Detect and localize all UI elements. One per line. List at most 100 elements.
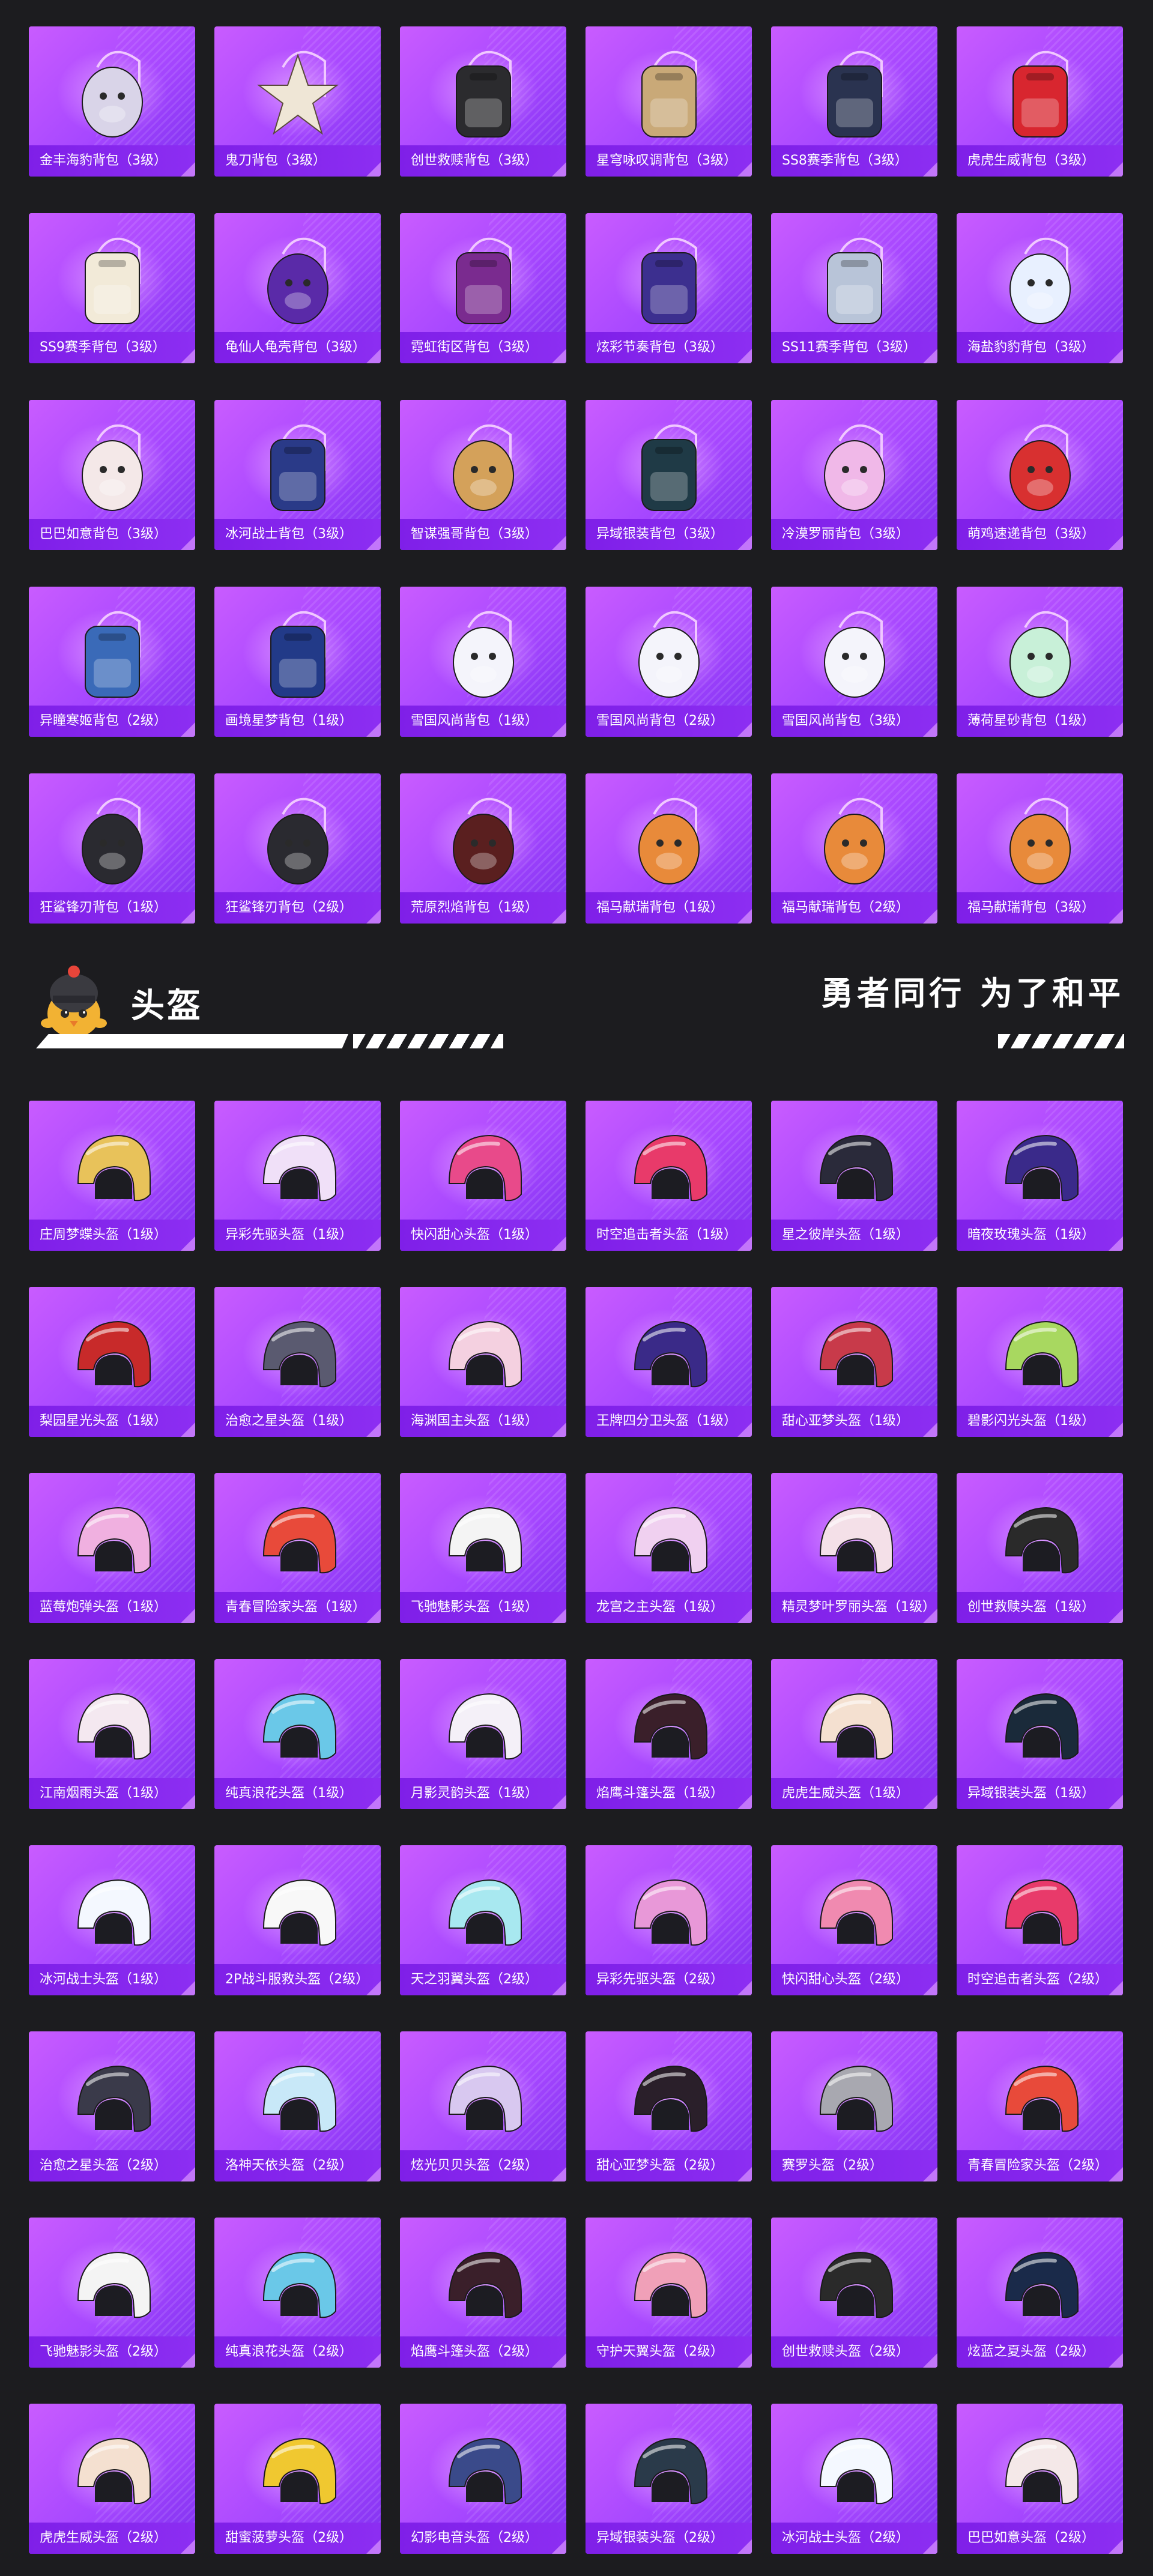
backpack-card[interactable]: 画境星梦背包（1级） bbox=[214, 587, 381, 737]
helmet-card[interactable]: 炫蓝之夏头盔（2级） bbox=[957, 2218, 1123, 2368]
backpack-card[interactable]: 异瞳寒姬背包（2级） bbox=[29, 587, 195, 737]
helmet-name-label: 赛罗头盔（2级） bbox=[771, 2150, 937, 2181]
backpack-card[interactable]: 荒原烈焰背包（1级） bbox=[400, 773, 566, 924]
helmet-card[interactable]: 虎虎生威头盔（1级） bbox=[771, 1659, 937, 1809]
helmet-card[interactable]: 星之彼岸头盔（1级） bbox=[771, 1101, 937, 1251]
helmet-card[interactable]: 梨园星光头盔（1级） bbox=[29, 1287, 195, 1437]
backpack-card[interactable]: 炫彩节奏背包（3级） bbox=[586, 213, 752, 363]
turtle-shell-backpack-icon bbox=[253, 230, 343, 334]
helmet-card[interactable]: 暗夜玫瑰头盔（1级） bbox=[957, 1101, 1123, 1251]
helmet-card[interactable]: 治愈之星头盔（2级） bbox=[29, 2031, 195, 2181]
helmet-card[interactable]: 炫光贝贝头盔（2级） bbox=[400, 2031, 566, 2181]
helmet-card[interactable]: 纯真浪花头盔（2级） bbox=[214, 2218, 381, 2368]
backpack-card[interactable]: 萌鸡速递背包（3级） bbox=[957, 400, 1123, 550]
helmet-card[interactable]: 创世救赎头盔（2级） bbox=[771, 2218, 937, 2368]
backpack-card[interactable]: 冷漠罗丽背包（3级） bbox=[771, 400, 937, 550]
backpack-card[interactable]: 龟仙人龟壳背包（3级） bbox=[214, 213, 381, 363]
backpack-card[interactable]: 霓虹街区背包（3级） bbox=[400, 213, 566, 363]
mint-backpack-icon bbox=[995, 603, 1085, 708]
tiger-backpack-icon bbox=[995, 43, 1085, 148]
helmet-card[interactable]: 碧影闪光头盔（1级） bbox=[957, 1287, 1123, 1437]
helmet-card[interactable]: 海渊国主头盔（1级） bbox=[400, 1287, 566, 1437]
backpack-card[interactable]: 创世救赎背包（3级） bbox=[400, 26, 566, 177]
backpack-name-label: 鬼刀背包（3级） bbox=[214, 145, 381, 177]
helmet-card[interactable]: 赛罗头盔（2级） bbox=[771, 2031, 937, 2181]
helmet-card[interactable]: 飞驰魅影头盔（1级） bbox=[400, 1473, 566, 1623]
backpack-card[interactable]: 狂鲨锋刃背包（1级） bbox=[29, 773, 195, 924]
helmet-name-label: 快闪甜心头盔（2级） bbox=[771, 1964, 937, 1995]
backpack-name-label: 金丰海豹背包（3级） bbox=[29, 145, 195, 177]
helmet-card[interactable]: 异域银装头盔（2级） bbox=[586, 2404, 752, 2554]
helmet-card[interactable]: 异域银装头盔（1级） bbox=[957, 1659, 1123, 1809]
backpack-card[interactable]: 福马献瑞背包（1级） bbox=[586, 773, 752, 924]
helmet-card[interactable]: 治愈之星头盔（1级） bbox=[214, 1287, 381, 1437]
backpack-card[interactable]: 鬼刀背包（3级） bbox=[214, 26, 381, 177]
helmet-card[interactable]: 幻影电音头盔（2级） bbox=[400, 2404, 566, 2554]
backpack-card[interactable]: 星穹咏叹调背包（3级） bbox=[586, 26, 752, 177]
backpack-card[interactable]: 雪国风尚背包（1级） bbox=[400, 587, 566, 737]
warrior-backpack-icon bbox=[253, 417, 343, 521]
backpack-card[interactable]: SS9赛季背包（3级） bbox=[29, 213, 195, 363]
helmet-card[interactable]: 异彩先驱头盔（2级） bbox=[586, 1845, 752, 1995]
helmet-card[interactable]: 焰鹰斗篷头盔（2级） bbox=[400, 2218, 566, 2368]
helmet-card[interactable]: 时空追击者头盔（2级） bbox=[957, 1845, 1123, 1995]
backpack-card[interactable]: 虎虎生威背包（3级） bbox=[957, 26, 1123, 177]
backpack-card[interactable]: 异域银装背包（3级） bbox=[586, 400, 752, 550]
helmet-card[interactable]: 洛神天依头盔（2级） bbox=[214, 2031, 381, 2181]
helmet-card[interactable]: 纯真浪花头盔（1级） bbox=[214, 1659, 381, 1809]
backpack-card[interactable]: 海盐豹豹背包（3级） bbox=[957, 213, 1123, 363]
helmet-card[interactable]: 巴巴如意头盔（2级） bbox=[957, 2404, 1123, 2554]
backpack-name-label: SS8赛季背包（3级） bbox=[771, 145, 937, 177]
helmet-card[interactable]: 快闪甜心头盔（2级） bbox=[771, 1845, 937, 1995]
helmet-card[interactable]: 甜心亚梦头盔（1级） bbox=[771, 1287, 937, 1437]
backpack-card[interactable]: SS11赛季背包（3级） bbox=[771, 213, 937, 363]
backpack-card[interactable]: 智谋强哥背包（3级） bbox=[400, 400, 566, 550]
helmet-card[interactable]: 江南烟雨头盔（1级） bbox=[29, 1659, 195, 1809]
backpack-card[interactable]: 狂鲨锋刃背包（2级） bbox=[214, 773, 381, 924]
backpack-card[interactable]: 巴巴如意背包（3级） bbox=[29, 400, 195, 550]
horse-backpack-icon bbox=[624, 790, 714, 895]
backpack-card[interactable]: 雪国风尚背包（2级） bbox=[586, 587, 752, 737]
helmet-card[interactable]: 时空追击者头盔（1级） bbox=[586, 1101, 752, 1251]
helmet-icon bbox=[995, 1868, 1085, 1961]
helmet-icon bbox=[253, 1310, 343, 1402]
helmet-card[interactable]: 王牌四分卫头盔（1级） bbox=[586, 1287, 752, 1437]
helmet-card[interactable]: 创世救赎头盔（1级） bbox=[957, 1473, 1123, 1623]
helmet-card[interactable]: 青春冒险家头盔（1级） bbox=[214, 1473, 381, 1623]
helmet-card[interactable]: 冰河战士头盔（2级） bbox=[771, 2404, 937, 2554]
helmet-card[interactable]: 龙宫之主头盔（1级） bbox=[586, 1473, 752, 1623]
helmet-name-label: 异域银装头盔（1级） bbox=[957, 1778, 1123, 1809]
backpack-card[interactable]: 福马献瑞背包（2级） bbox=[771, 773, 937, 924]
helmet-card[interactable]: 2P战斗服救头盔（2级） bbox=[214, 1845, 381, 1995]
helmet-card[interactable]: 青春冒险家头盔（2级） bbox=[957, 2031, 1123, 2181]
card-corner-accent bbox=[923, 722, 937, 737]
helmet-icon bbox=[810, 2054, 900, 2147]
helmet-card[interactable]: 虎虎生威头盔（2级） bbox=[29, 2404, 195, 2554]
helmet-card[interactable]: 甜心亚梦头盔（2级） bbox=[586, 2031, 752, 2181]
helmet-icon bbox=[624, 1496, 714, 1588]
backpack-card[interactable]: 金丰海豹背包（3级） bbox=[29, 26, 195, 177]
helmet-card[interactable]: 精灵梦叶罗丽头盔（1级） bbox=[771, 1473, 937, 1623]
helmet-name-label: 创世救赎头盔（2级） bbox=[771, 2336, 937, 2368]
backpack-card[interactable]: SS8赛季背包（3级） bbox=[771, 26, 937, 177]
helmet-card[interactable]: 快闪甜心头盔（1级） bbox=[400, 1101, 566, 1251]
backpack-card[interactable]: 冰河战士背包（3级） bbox=[214, 400, 381, 550]
helmet-card[interactable]: 庄周梦蝶头盔（1级） bbox=[29, 1101, 195, 1251]
helmet-card[interactable]: 蓝莓炮弹头盔（1级） bbox=[29, 1473, 195, 1623]
backpack-card[interactable]: 薄荷星砂背包（1级） bbox=[957, 587, 1123, 737]
backpack-card[interactable]: 雪国风尚背包（3级） bbox=[771, 587, 937, 737]
helmet-icon bbox=[810, 1496, 900, 1588]
helmet-card[interactable]: 天之羽翼头盔（2级） bbox=[400, 1845, 566, 1995]
helmet-icon bbox=[253, 1868, 343, 1961]
backpack-card[interactable]: 福马献瑞背包（3级） bbox=[957, 773, 1123, 924]
helmet-card[interactable]: 飞驰魅影头盔（2级） bbox=[29, 2218, 195, 2368]
helmet-card[interactable]: 异彩先驱头盔（1级） bbox=[214, 1101, 381, 1251]
helmet-card[interactable]: 冰河战士头盔（1级） bbox=[29, 1845, 195, 1995]
backpack-name-label: 虎虎生威背包（3级） bbox=[957, 145, 1123, 177]
helmet-name-label: 甜心亚梦头盔（2级） bbox=[586, 2150, 752, 2181]
helmet-card[interactable]: 月影灵韵头盔（1级） bbox=[400, 1659, 566, 1809]
backpack-name-label: 智谋强哥背包（3级） bbox=[400, 519, 566, 550]
helmet-card[interactable]: 焰鹰斗篷头盔（1级） bbox=[586, 1659, 752, 1809]
helmet-card[interactable]: 甜蜜菠萝头盔（2级） bbox=[214, 2404, 381, 2554]
helmet-card[interactable]: 守护天翼头盔（2级） bbox=[586, 2218, 752, 2368]
